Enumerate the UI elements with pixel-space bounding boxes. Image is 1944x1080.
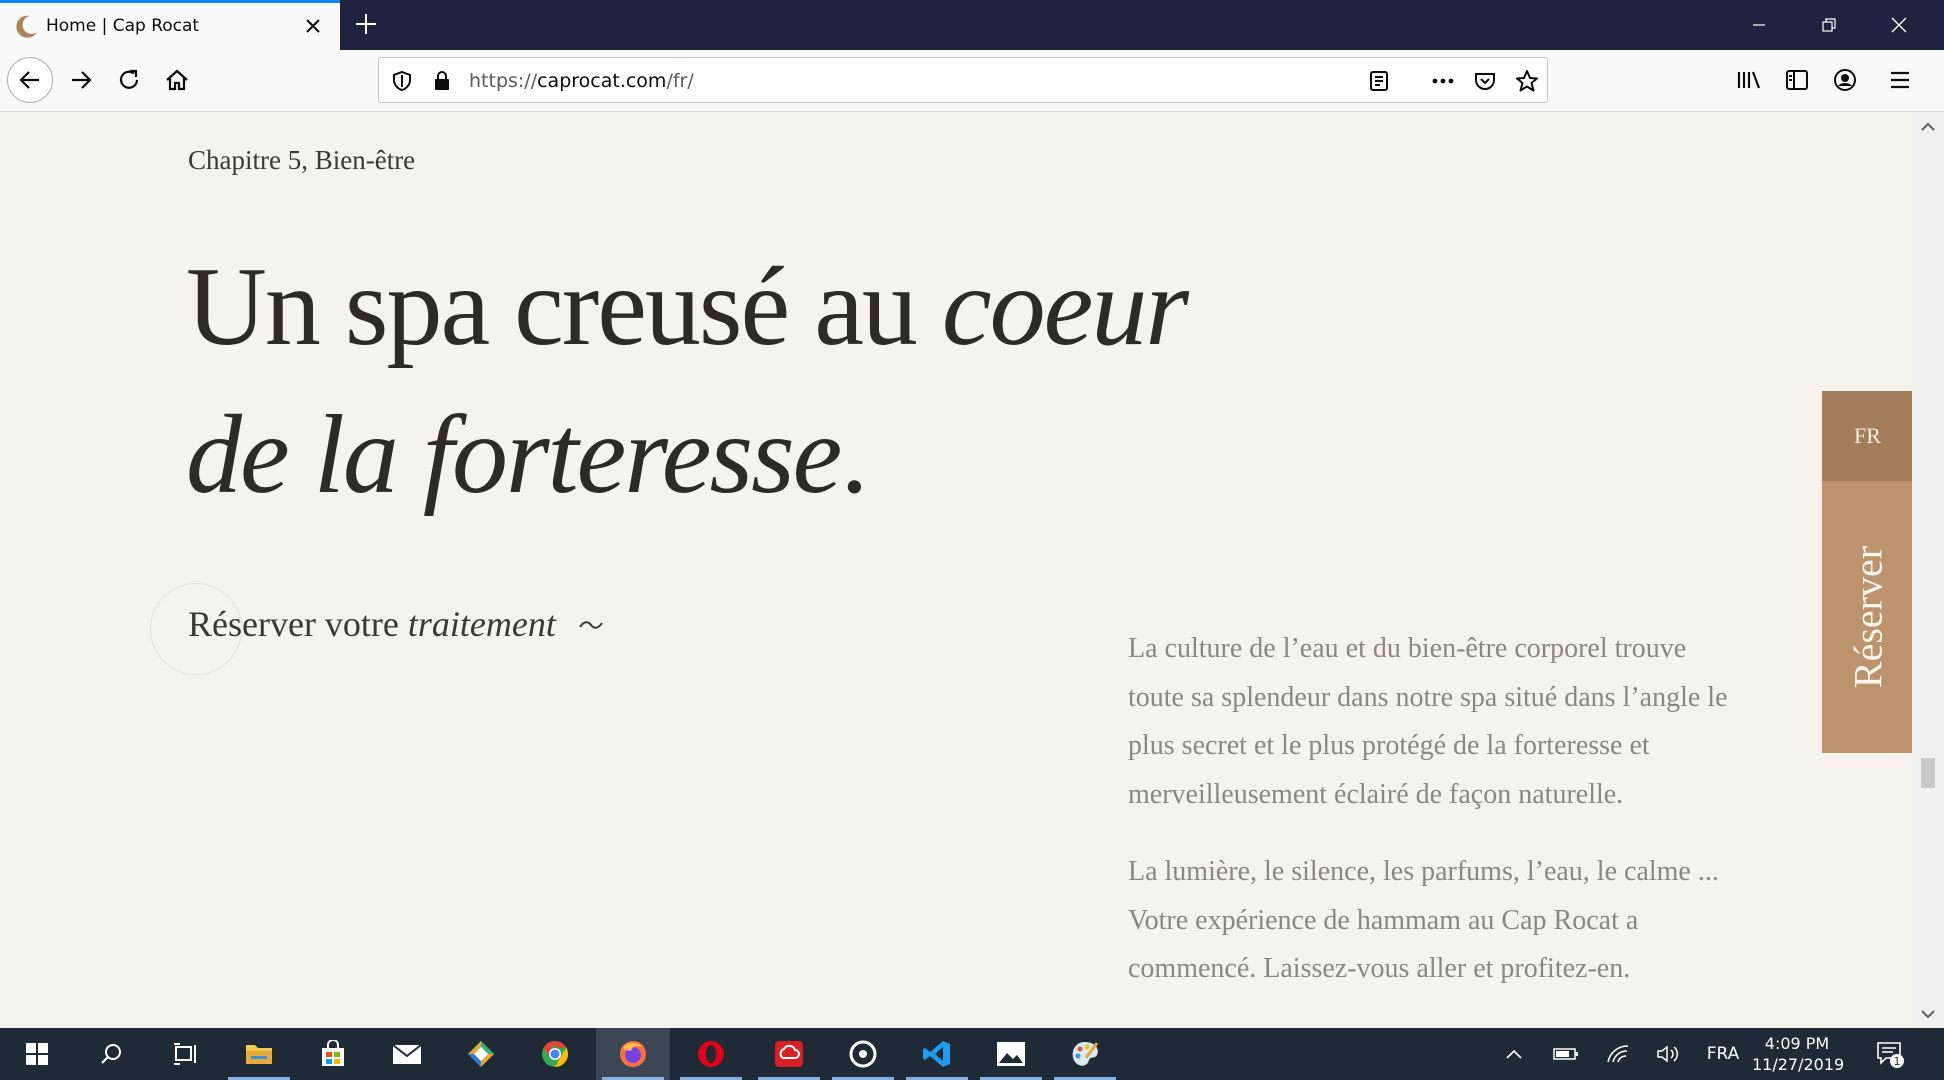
photos-app[interactable] <box>974 1028 1048 1080</box>
close-icon <box>1891 17 1907 33</box>
diamond-app-icon <box>468 1041 494 1067</box>
home-icon <box>166 69 188 91</box>
chrome-icon <box>542 1040 569 1068</box>
restore-button[interactable] <box>1794 0 1864 50</box>
disc-icon <box>849 1040 877 1068</box>
opera-icon <box>698 1041 724 1067</box>
git-client-app[interactable] <box>444 1028 518 1080</box>
menu-button[interactable] <box>1877 57 1923 103</box>
speaker-icon <box>1657 1045 1679 1063</box>
sidebar-icon <box>1786 70 1808 90</box>
tab-bar: Home | Cap Rocat <box>0 0 1944 50</box>
navigation-toolbar: https://caprocat.com/fr/ <box>0 50 1944 112</box>
action-center-button[interactable]: 1 <box>1862 1028 1918 1080</box>
start-button[interactable] <box>0 1028 74 1080</box>
home-button[interactable] <box>154 57 200 103</box>
photos-icon <box>997 1042 1025 1066</box>
windows-logo-icon <box>26 1043 48 1065</box>
minimize-button[interactable] <box>1724 0 1794 50</box>
notification-count: 1 <box>1894 1055 1901 1068</box>
vscode-icon <box>923 1041 950 1067</box>
paint-palette-icon <box>1072 1042 1099 1066</box>
creative-cloud-icon <box>775 1041 803 1067</box>
firefox-app[interactable] <box>596 1028 670 1080</box>
show-hidden-icons-button[interactable] <box>1494 1028 1534 1080</box>
bookmark-star-icon[interactable] <box>1514 68 1540 94</box>
spa-description-paragraph: La culture de l’eau et du bien-être corp… <box>1128 633 1728 810</box>
close-tab-icon[interactable] <box>302 15 324 37</box>
wifi-icon <box>1607 1045 1629 1063</box>
chevron-up-icon <box>1506 1049 1522 1059</box>
network-status[interactable] <box>1596 1028 1640 1080</box>
battery-status[interactable] <box>1544 1028 1588 1080</box>
reload-icon <box>119 69 139 89</box>
close-window-button[interactable] <box>1864 0 1934 50</box>
side-reserve-label: Réserver <box>1845 545 1890 689</box>
battery-icon <box>1553 1048 1578 1060</box>
scrollbar-thumb[interactable] <box>1921 758 1935 788</box>
web-page: Chapitre 5, Bien-être Un spa creusé au c… <box>0 113 1912 1028</box>
arrow-right-icon <box>72 71 92 89</box>
chrome-app[interactable] <box>518 1028 592 1080</box>
mail-app[interactable] <box>370 1028 444 1080</box>
page-headline: Un spa creusé au coeur de la forteresse. <box>186 245 1189 517</box>
vertical-scrollbar[interactable] <box>1912 113 1944 1028</box>
hammam-experience-paragraph: La lumière, le silence, les parfums, l’e… <box>1128 856 1719 984</box>
forward-button[interactable] <box>58 57 104 103</box>
url-text[interactable]: https://caprocat.com/fr/ <box>469 70 694 92</box>
mail-icon <box>392 1044 422 1064</box>
hamburger-menu-icon <box>1891 71 1909 89</box>
chapter-label: Chapitre 5, Bien-être <box>188 145 416 175</box>
scroll-up-icon[interactable] <box>1920 121 1936 133</box>
back-button[interactable] <box>7 57 53 103</box>
search-button[interactable] <box>74 1028 148 1080</box>
wave-arrow-icon <box>579 621 603 629</box>
language-switch-button[interactable]: FR <box>1822 391 1912 481</box>
paint-app[interactable] <box>1048 1028 1122 1080</box>
pocket-icon[interactable] <box>1472 68 1498 94</box>
clock-date: 11/27/2019 <box>1752 1055 1845 1074</box>
sidebar-button[interactable] <box>1774 57 1820 103</box>
lock-icon[interactable] <box>429 68 455 94</box>
library-button[interactable] <box>1726 57 1772 103</box>
url-bar[interactable]: https://caprocat.com/fr/ <box>378 57 1548 103</box>
reload-button[interactable] <box>106 57 152 103</box>
tab-home-cap-rocat[interactable]: Home | Cap Rocat <box>0 0 340 50</box>
side-reserve-button[interactable]: Réserver <box>1822 481 1912 753</box>
taskbar: FRA 4:09 PM 11/27/2019 1 <box>0 1028 1944 1080</box>
file-explorer-app[interactable] <box>222 1028 296 1080</box>
task-view-button[interactable] <box>148 1028 222 1080</box>
library-icon <box>1737 71 1761 89</box>
folder-icon <box>246 1045 272 1064</box>
page-actions-icon[interactable] <box>1430 68 1456 94</box>
crescent-moon-icon <box>16 15 37 38</box>
reserve-treatment-link[interactable]: Réserver votre traitement <box>188 603 556 645</box>
store-bag-icon <box>322 1040 344 1066</box>
input-language-indicator[interactable]: FRA <box>1700 1028 1746 1080</box>
tracking-shield-icon[interactable] <box>389 68 415 94</box>
minimize-icon <box>1753 24 1765 26</box>
task-view-icon <box>174 1043 196 1065</box>
opera-app[interactable] <box>674 1028 748 1080</box>
arrow-left-icon <box>19 71 39 89</box>
volume-control[interactable] <box>1646 1028 1690 1080</box>
account-icon <box>1834 69 1856 91</box>
system-clock[interactable]: 4:09 PM 11/27/2019 <box>1752 1033 1845 1075</box>
search-icon <box>101 1044 121 1064</box>
scroll-down-icon[interactable] <box>1920 1008 1936 1020</box>
store-app[interactable] <box>296 1028 370 1080</box>
vscode-app[interactable] <box>900 1028 974 1080</box>
firefox-icon <box>620 1041 646 1067</box>
notification-icon: 1 <box>1877 1042 1904 1068</box>
music-app[interactable] <box>826 1028 900 1080</box>
creative-cloud-app[interactable] <box>752 1028 826 1080</box>
restore-icon <box>1822 18 1836 32</box>
new-tab-icon[interactable] <box>352 10 380 38</box>
tab-title: Home | Cap Rocat <box>46 16 200 36</box>
clock-time: 4:09 PM <box>1764 1034 1830 1053</box>
reader-view-icon[interactable] <box>1366 68 1392 94</box>
account-button[interactable] <box>1822 57 1868 103</box>
